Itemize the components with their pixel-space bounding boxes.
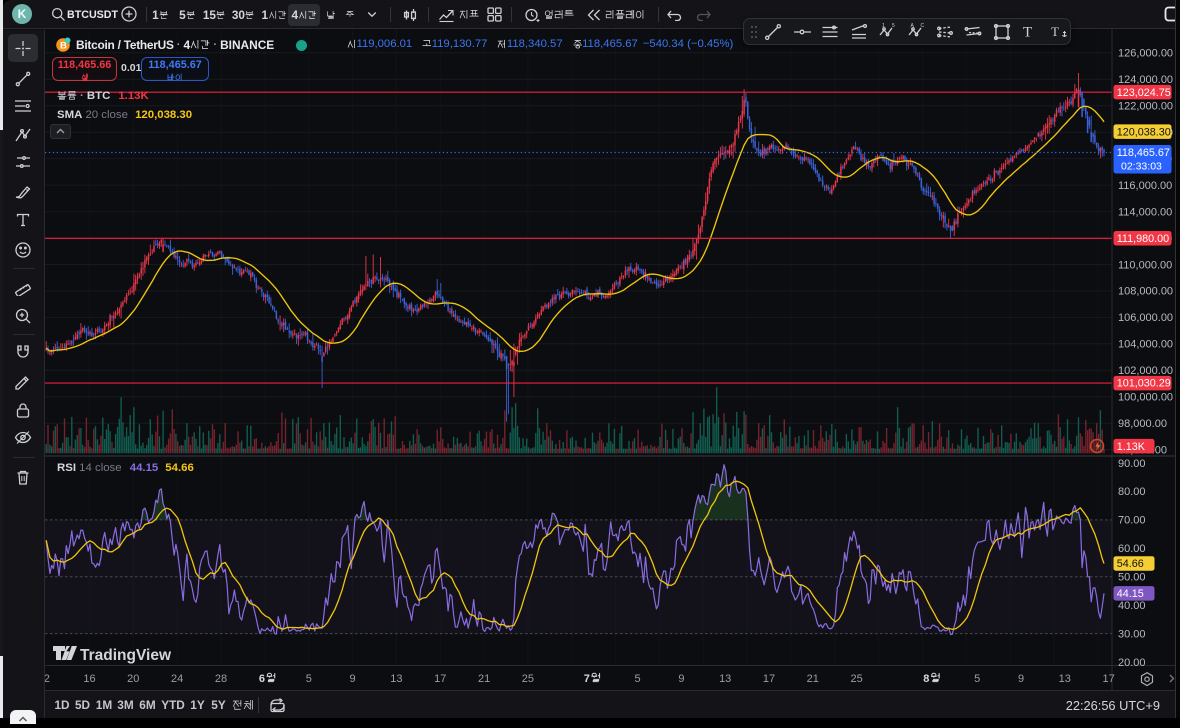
svg-text:30.00: 30.00 bbox=[1118, 628, 1146, 640]
svg-text:90.00: 90.00 bbox=[1118, 458, 1146, 470]
svg-text:24: 24 bbox=[171, 673, 183, 685]
svg-text:17: 17 bbox=[1102, 673, 1114, 685]
svg-text:98,000.00: 98,000.00 bbox=[1118, 418, 1167, 430]
svg-text:13: 13 bbox=[719, 673, 731, 685]
svg-text:40.00: 40.00 bbox=[1118, 600, 1146, 612]
svg-text:T: T bbox=[1023, 25, 1032, 40]
svg-text:101,030.29: 101,030.29 bbox=[1117, 378, 1171, 390]
svg-text:118,465.67: 118,465.67 bbox=[1117, 147, 1170, 159]
svg-text:28: 28 bbox=[215, 673, 227, 685]
svg-text:1.13K: 1.13K bbox=[1117, 441, 1146, 453]
svg-text:21: 21 bbox=[807, 673, 819, 685]
svg-text:108,000.00: 108,000.00 bbox=[1118, 286, 1173, 298]
svg-text:122,000.00: 122,000.00 bbox=[1118, 101, 1173, 113]
svg-text:2: 2 bbox=[45, 673, 50, 685]
svg-text:110,000.00: 110,000.00 bbox=[1118, 259, 1172, 271]
svg-text:8: 8 bbox=[923, 673, 929, 685]
svg-text:116,000.00: 116,000.00 bbox=[1118, 180, 1172, 192]
svg-text:44.15: 44.15 bbox=[1117, 588, 1144, 600]
svg-text:124,000.00: 124,000.00 bbox=[1118, 74, 1173, 86]
svg-text:5: 5 bbox=[634, 673, 640, 685]
svg-text:54.66: 54.66 bbox=[1117, 558, 1144, 570]
svg-text:9: 9 bbox=[678, 673, 684, 685]
svg-text:17: 17 bbox=[763, 673, 775, 685]
svg-text:9: 9 bbox=[350, 673, 356, 685]
svg-text:20: 20 bbox=[127, 673, 139, 685]
svg-text:16: 16 bbox=[83, 673, 95, 685]
svg-text:126,000.00: 126,000.00 bbox=[1118, 48, 1173, 60]
svg-text:5: 5 bbox=[974, 673, 980, 685]
svg-text:02:33:03: 02:33:03 bbox=[1121, 160, 1162, 172]
svg-text:5: 5 bbox=[892, 23, 895, 29]
svg-text:T: T bbox=[1051, 24, 1059, 39]
svg-text:1: 1 bbox=[882, 23, 885, 29]
svg-text:13: 13 bbox=[390, 673, 402, 685]
svg-text:25: 25 bbox=[522, 673, 534, 685]
svg-text:13: 13 bbox=[1059, 673, 1071, 685]
svg-text:80.00: 80.00 bbox=[1118, 486, 1146, 498]
svg-text:B: B bbox=[60, 41, 67, 52]
svg-text:17: 17 bbox=[434, 673, 446, 685]
svg-text:111,980.00: 111,980.00 bbox=[1117, 233, 1169, 245]
svg-text:120,038.30: 120,038.30 bbox=[1117, 126, 1171, 138]
svg-text:25: 25 bbox=[850, 673, 862, 685]
svg-text:60.00: 60.00 bbox=[1118, 543, 1146, 555]
svg-text:20.00: 20.00 bbox=[1118, 657, 1146, 669]
svg-text:123,024.75: 123,024.75 bbox=[1117, 87, 1171, 99]
svg-text:50.00: 50.00 bbox=[1118, 572, 1146, 584]
svg-text:5: 5 bbox=[306, 673, 312, 685]
svg-text:114,000.00: 114,000.00 bbox=[1118, 206, 1172, 218]
svg-text:21: 21 bbox=[478, 673, 490, 685]
svg-text:6: 6 bbox=[259, 673, 265, 685]
svg-text:102,000.00: 102,000.00 bbox=[1118, 365, 1173, 377]
svg-text:C: C bbox=[921, 23, 925, 29]
svg-text:106,000.00: 106,000.00 bbox=[1118, 312, 1173, 324]
svg-text:9: 9 bbox=[1018, 673, 1024, 685]
svg-text:104,000.00: 104,000.00 bbox=[1118, 339, 1173, 351]
svg-text:7: 7 bbox=[584, 673, 590, 685]
svg-text:TradingView: TradingView bbox=[80, 647, 172, 664]
svg-text:100,000.00: 100,000.00 bbox=[1118, 392, 1173, 404]
svg-text:70.00: 70.00 bbox=[1118, 515, 1146, 527]
